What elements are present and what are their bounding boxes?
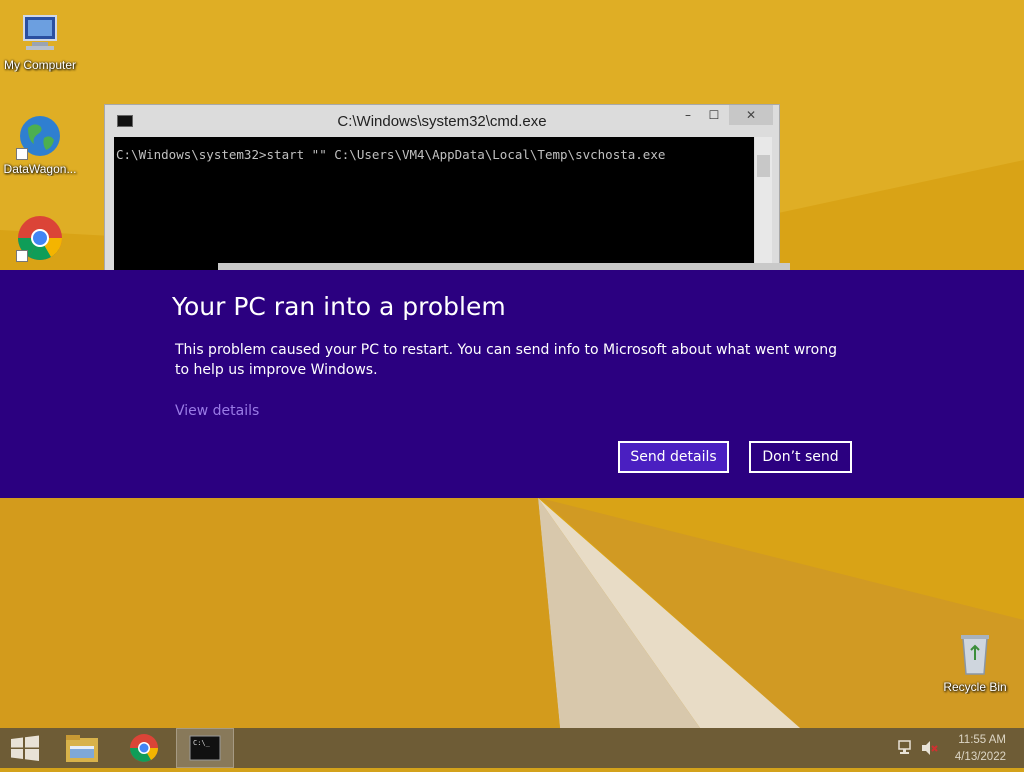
view-details-link[interactable]: View details xyxy=(175,403,259,419)
start-button[interactable] xyxy=(0,728,56,768)
close-button[interactable]: ✕ xyxy=(729,105,773,125)
cmd-titlebar[interactable]: C:\Windows\system32\cmd.exe – ☐ ✕ xyxy=(105,105,779,137)
shortcut-arrow-icon xyxy=(16,250,28,262)
dont-send-button[interactable]: Don’t send xyxy=(749,441,852,473)
scrollbar-thumb[interactable] xyxy=(757,155,770,177)
volume-muted-icon[interactable] xyxy=(921,740,939,756)
desktop-icon-chrome[interactable] xyxy=(0,214,80,264)
tray-clock[interactable]: 11:55 AM 4/13/2022 xyxy=(955,732,1006,766)
cmd-window[interactable]: C:\Windows\system32\cmd.exe – ☐ ✕ C:\Win… xyxy=(104,104,780,275)
error-title: Your PC ran into a problem xyxy=(172,292,506,321)
svg-text:C:\_: C:\_ xyxy=(193,739,211,747)
maximize-button[interactable]: ☐ xyxy=(701,105,727,125)
error-message: This problem caused your PC to restart. … xyxy=(175,342,837,378)
taskbar: C:\_ 11:55 AM 4/13/2022 xyxy=(0,728,1024,768)
desktop-icon-label: DataWagon... xyxy=(3,162,77,176)
computer-icon xyxy=(16,8,64,56)
desktop-icon-recycle-bin[interactable]: Recycle Bin xyxy=(935,630,1015,694)
tray-time: 11:55 AM xyxy=(958,734,1006,746)
tray-date: 4/13/2022 xyxy=(954,751,1006,763)
desktop-icon-datawagon[interactable]: DataWagon... xyxy=(0,112,80,176)
desktop-icon-label: My Computer xyxy=(3,58,77,72)
console-line: C:\Windows\system32>start "" C:\Users\VM… xyxy=(116,147,666,162)
file-explorer-icon xyxy=(66,735,98,762)
taskbar-file-explorer[interactable] xyxy=(56,728,112,768)
start-icon xyxy=(11,735,39,761)
cmd-icon: C:\_ xyxy=(189,735,221,761)
shortcut-arrow-icon xyxy=(16,148,28,160)
minimize-button[interactable]: – xyxy=(675,105,701,125)
vertical-scrollbar[interactable] xyxy=(755,137,772,275)
desktop-icon-my-computer[interactable]: My Computer xyxy=(0,8,80,72)
taskbar-chrome[interactable] xyxy=(116,728,172,768)
taskbar-cmd[interactable]: C:\_ xyxy=(176,728,234,768)
network-icon[interactable] xyxy=(898,740,916,756)
desktop-icon-label: Recycle Bin xyxy=(943,680,1007,694)
chrome-icon xyxy=(16,214,64,262)
error-dialog: Your PC ran into a problem This problem … xyxy=(0,270,1024,498)
send-details-button[interactable]: Send details xyxy=(618,441,729,473)
recycle-bin-icon xyxy=(951,630,999,678)
cmd-console[interactable]: C:\Windows\system32>start "" C:\Users\VM… xyxy=(114,137,754,275)
globe-icon xyxy=(16,112,64,160)
chrome-icon xyxy=(130,734,158,762)
